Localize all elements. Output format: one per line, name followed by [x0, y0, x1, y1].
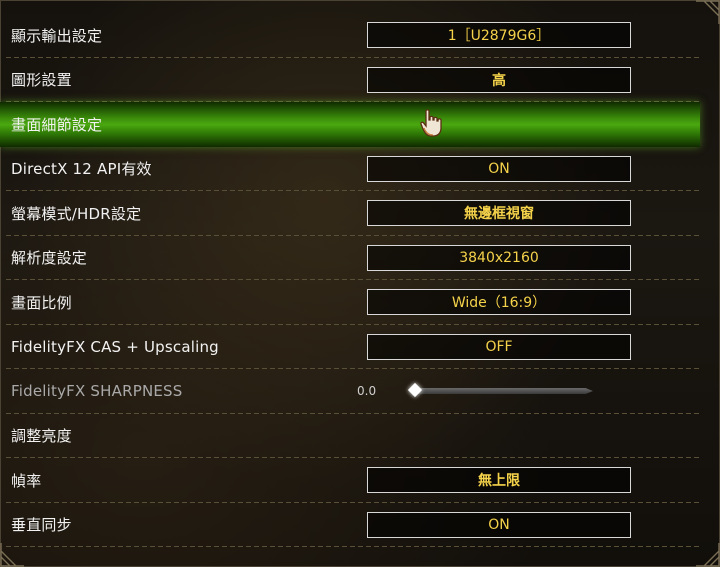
setting-label: DirectX 12 API有效	[11, 160, 152, 179]
settings-row-resolution[interactable]: 解析度設定 3840x2160	[0, 236, 700, 281]
frame-rate-select[interactable]: 無上限	[367, 467, 631, 494]
setting-label: FidelityFX SHARPNESS	[11, 382, 183, 401]
setting-label: 垂直同步	[11, 516, 72, 535]
sharpness-slider-thumb[interactable]	[407, 382, 423, 398]
vsync-toggle[interactable]: ON	[367, 511, 631, 538]
settings-row-detail-settings[interactable]: 畫面細節設定	[0, 102, 700, 147]
settings-row-vsync[interactable]: 垂直同步 ON	[0, 503, 700, 548]
settings-row-aspect-ratio[interactable]: 畫面比例 Wide（16:9）	[0, 280, 700, 325]
setting-label: 調整亮度	[11, 427, 72, 446]
resolution-select[interactable]: 3840x2160	[367, 244, 631, 271]
graphics-preset-select[interactable]: 高	[367, 66, 631, 93]
aspect-ratio-select[interactable]: Wide（16:9）	[367, 289, 631, 316]
setting-label: 幀率	[11, 471, 42, 490]
setting-label: 畫面比例	[11, 293, 72, 312]
settings-row-graphics-preset[interactable]: 圖形設置 高	[0, 58, 700, 103]
settings-row-fidelityfx-cas[interactable]: FidelityFX CAS + Upscaling OFF	[0, 325, 700, 370]
setting-label: 圖形設置	[11, 71, 72, 90]
sharpness-value: 0.0	[357, 384, 377, 399]
setting-label: FidelityFX CAS + Upscaling	[11, 337, 219, 356]
settings-row-brightness[interactable]: 調整亮度	[0, 414, 700, 459]
directx12-toggle[interactable]: ON	[367, 155, 631, 182]
setting-label: 螢幕模式/HDR設定	[11, 204, 142, 223]
setting-label: 顯示輸出設定	[11, 26, 103, 45]
hand-pointer-icon	[420, 108, 444, 138]
settings-row-directx12[interactable]: DirectX 12 API有效 ON	[0, 147, 700, 192]
settings-row-display-output[interactable]: 顯示輸出設定 1［U2879G6］	[0, 13, 700, 58]
setting-label: 解析度設定	[11, 249, 88, 268]
screen-mode-select[interactable]: 無邊框視窗	[367, 200, 631, 227]
setting-label: 畫面細節設定	[11, 115, 103, 134]
sharpness-slider-track[interactable]	[409, 388, 593, 394]
settings-row-fidelityfx-sharpness[interactable]: FidelityFX SHARPNESS 0.0	[0, 369, 700, 414]
display-output-select[interactable]: 1［U2879G6］	[367, 22, 631, 49]
fidelityfx-cas-toggle[interactable]: OFF	[367, 333, 631, 360]
settings-row-screen-mode[interactable]: 螢幕模式/HDR設定 無邊框視窗	[0, 191, 700, 236]
settings-row-frame-rate[interactable]: 幀率 無上限	[0, 458, 700, 503]
